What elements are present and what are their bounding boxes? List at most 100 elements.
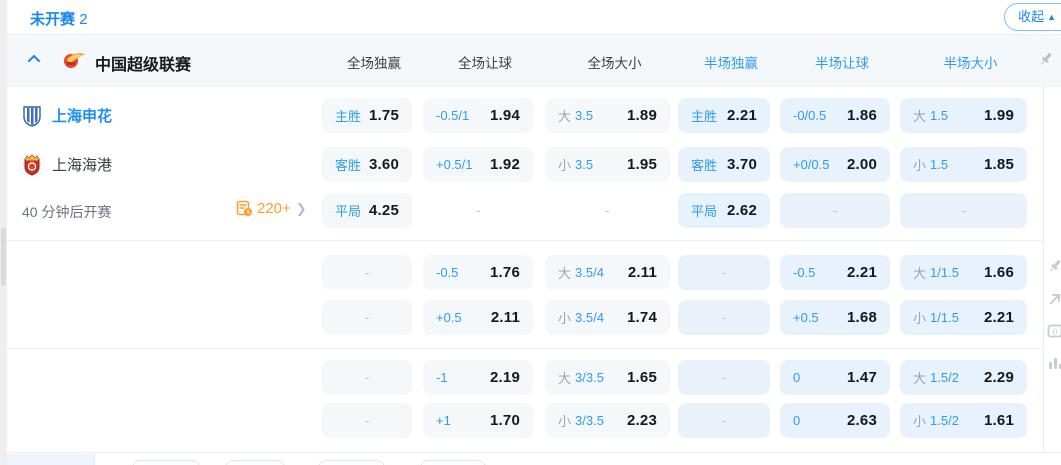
column-header[interactable]: 半场大小 [907, 52, 1034, 72]
odds-label: 3/3.5 [575, 370, 604, 385]
odds-cell[interactable]: 客胜3.70 [678, 147, 770, 182]
odds-value: 1.95 [627, 156, 657, 173]
odds-cell[interactable]: +11.70 [423, 403, 533, 438]
odds-value: 1.99 [984, 107, 1014, 124]
empty-dash: - [722, 265, 726, 280]
match-status: 未开赛 2 [30, 8, 88, 29]
odds-value: 2.11 [628, 264, 657, 281]
odds-value: 1.89 [627, 107, 657, 124]
odds-cell[interactable]: 平局 2.62 [678, 193, 770, 228]
odds-label: -1 [436, 370, 448, 385]
odds-cell[interactable]: 大1.51.99 [900, 98, 1027, 133]
odds-cell[interactable]: 主胜2.21 [678, 98, 770, 133]
odds-cell[interactable]: -0.52.21 [780, 255, 890, 290]
odds-prefix: 大 [913, 368, 926, 387]
odds-cell[interactable]: 大3.5/42.11 [545, 255, 670, 290]
bottom-tab-stub[interactable] [225, 460, 285, 465]
odds-value: 1.94 [490, 107, 520, 124]
odds-cell[interactable]: 平局4.25 [322, 193, 412, 228]
league-name: 中国超级联赛 [95, 51, 191, 75]
odds-cell[interactable]: 小1.51.85 [900, 147, 1027, 182]
odds-cell[interactable]: 大3/3.51.65 [545, 360, 670, 395]
odds-prefix: 大 [913, 106, 926, 125]
odds-value: 1.75 [369, 107, 399, 124]
odds-label: +0.5 [436, 310, 462, 325]
odds-value: 2.00 [847, 156, 877, 173]
odds-cell[interactable]: +0.51.68 [780, 300, 890, 335]
column-header[interactable]: 半场让球 [787, 52, 897, 72]
collapse-button[interactable]: 收起▲ [1004, 3, 1061, 31]
section-separator [7, 452, 1061, 453]
odds-label: 1.5/2 [930, 370, 959, 385]
odds-label: 客胜 [691, 155, 717, 174]
bottom-tab-stub[interactable] [318, 460, 385, 465]
odds-value: 2.29 [984, 369, 1014, 386]
column-header: 全场让球 [430, 52, 540, 72]
odds-cell[interactable]: 小1/1.52.21 [900, 300, 1027, 335]
away-team-row[interactable]: 上海海港 [22, 147, 112, 182]
odds-cell[interactable]: 客胜3.60 [322, 147, 412, 182]
odds-cell[interactable]: +0/0.52.00 [780, 147, 890, 182]
svg-text:0: 0 [1053, 326, 1058, 336]
empty-dash: - [722, 310, 726, 325]
odds-cell[interactable]: 大1/1.51.66 [900, 255, 1027, 290]
odds-label: 3.5 [575, 157, 593, 172]
odds-cell[interactable]: 02.63 [780, 403, 890, 438]
odds-cell[interactable]: 大 1.5/2 2.29 [900, 360, 1027, 395]
odds-cell[interactable]: 小 3.5 1.95 [545, 147, 670, 182]
bottom-tab-stub[interactable] [132, 460, 200, 465]
odds-cell[interactable]: -1 2.19 [423, 360, 533, 395]
odds-cell[interactable]: 01.47 [780, 360, 890, 395]
odds-value: 2.11 [491, 309, 520, 326]
odds-panel: 未开赛 2 收起▲ 中国超级联赛 全场独赢全场让球全场大小半场独赢半场让球半场大… [0, 0, 1061, 465]
odds-value: 1.74 [627, 309, 657, 326]
odds-label: 平局 [691, 201, 717, 220]
odds-label: 3.5/4 [575, 310, 604, 325]
column-header[interactable]: 半场独赢 [685, 52, 777, 72]
odds-cell[interactable]: 主胜1.75 [322, 98, 412, 133]
odds-label: -0.5/1 [436, 108, 469, 123]
odds-cell[interactable]: 小3/3.52.23 [545, 403, 670, 438]
home-team-row[interactable]: 上海申花 [22, 98, 112, 133]
empty-dash: - [476, 203, 480, 218]
expand-arrow-icon[interactable] [1047, 291, 1061, 307]
odds-cell-empty: - [322, 300, 412, 335]
odds-value: 1.92 [490, 156, 520, 173]
odds-cell[interactable]: -0.51.76 [423, 255, 533, 290]
odds-prefix: 小 [558, 155, 571, 174]
odds-label: -0/0.5 [793, 108, 826, 123]
odds-label: 1.5/2 [930, 413, 959, 428]
odds-value: 2.19 [490, 369, 520, 386]
odds-cell[interactable]: 小3.5/41.74 [545, 300, 670, 335]
left-scrollbar-thumb[interactable] [1, 228, 6, 286]
odds-cell[interactable]: +0.5 2.11 [423, 300, 533, 335]
odds-cell[interactable]: -0/0.51.86 [780, 98, 890, 133]
odds-value: 2.21 [984, 309, 1014, 326]
left-scrollbar-track[interactable] [0, 0, 7, 465]
empty-dash: - [722, 370, 726, 385]
odds-cell[interactable]: 小1.5/21.61 [900, 403, 1027, 438]
pin-icon[interactable] [1038, 51, 1054, 67]
group-separator [7, 240, 1043, 241]
odds-prefix: 大 [558, 106, 571, 125]
odds-label: 3.5/4 [575, 265, 604, 280]
bar-chart-icon[interactable] [1047, 355, 1061, 371]
status-label: 未开赛 [30, 11, 75, 28]
bottom-tab-stub[interactable] [420, 460, 486, 465]
odds-label: -0.5 [436, 265, 458, 280]
zero-badge-icon[interactable]: 0 [1047, 323, 1061, 339]
odds-cell[interactable]: +0.5/11.92 [423, 147, 533, 182]
triangle-up-icon: ▲ [1047, 12, 1056, 22]
markets-count: 220+ [257, 200, 291, 217]
odds-value: 2.62 [727, 202, 757, 219]
column-header: 全场独赢 [329, 52, 419, 72]
odds-cell-empty: - [678, 255, 770, 290]
odds-cell[interactable]: 大3.51.89 [545, 98, 670, 133]
odds-cell-empty: - [423, 193, 533, 228]
more-markets-link[interactable]: 220+ ❯ [236, 200, 307, 217]
pin-icon[interactable] [1047, 258, 1061, 274]
chevron-up-icon[interactable] [28, 54, 40, 62]
odds-cell[interactable]: -0.5/1 1.94 [423, 98, 533, 133]
odds-label: 1.5 [930, 157, 948, 172]
home-team-logo [22, 105, 42, 127]
